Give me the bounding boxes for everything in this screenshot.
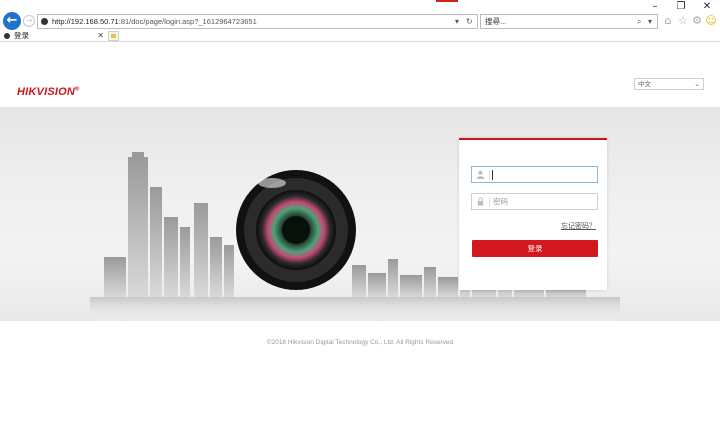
- address-url[interactable]: http://192.168.50.71:81/doc/page/login.a…: [52, 16, 257, 28]
- smiley-icon[interactable]: ☺: [704, 14, 718, 28]
- login-page: HIKVISION® 中文 ⌄ 密码 忘记密码？ 登录 ©2018 Hikvis…: [0, 43, 720, 429]
- lock-icon: [477, 197, 484, 206]
- ground-reflection: [90, 297, 620, 321]
- chevron-down-icon: ⌄: [694, 80, 700, 88]
- tab-bar: 登录 ✕: [0, 30, 720, 42]
- lens-flare: [258, 178, 286, 188]
- camera-lens-pupil: [282, 216, 310, 244]
- text-caret: [492, 170, 493, 180]
- user-icon: [476, 170, 485, 179]
- low-building: [424, 267, 436, 297]
- refresh-icon[interactable]: ↻: [466, 16, 473, 28]
- language-select[interactable]: 中文 ⌄: [634, 78, 704, 90]
- username-field[interactable]: [471, 166, 598, 183]
- address-bar[interactable]: http://192.168.50.71:81/doc/page/login.a…: [37, 14, 478, 29]
- tab-login[interactable]: 登录 ✕: [0, 30, 107, 42]
- hikvision-logo: HIKVISION®: [17, 86, 80, 98]
- close-tab-icon[interactable]: ✕: [97, 30, 104, 42]
- gear-icon[interactable]: ⚙: [690, 14, 704, 28]
- search-dropdown-icon[interactable]: ▾: [648, 16, 652, 28]
- star-icon[interactable]: ☆: [676, 14, 690, 28]
- browser-navbar: ← → http://192.168.50.71:81/doc/page/log…: [0, 12, 720, 30]
- language-selected: 中文: [638, 81, 651, 88]
- low-building: [352, 265, 366, 297]
- low-building: [388, 259, 398, 297]
- search-icon[interactable]: ⌕: [637, 16, 641, 28]
- search-box[interactable]: 搜尋... ⌕ ▾: [480, 14, 658, 29]
- tower-building: [210, 237, 222, 297]
- low-building: [400, 275, 422, 297]
- site-favicon-icon: [41, 18, 48, 25]
- forward-button[interactable]: →: [23, 15, 35, 27]
- titlebar-accent: [436, 0, 458, 2]
- address-dropdown-icon[interactable]: ▾: [455, 16, 459, 28]
- field-separator: [489, 170, 490, 180]
- login-panel: 密码 忘记密码？ 登录: [459, 138, 607, 290]
- tower-building: [150, 187, 162, 297]
- tower-building: [224, 245, 234, 297]
- copyright-footer: ©2018 Hikvision Digital Technology Co., …: [266, 339, 454, 346]
- low-building: [104, 257, 126, 297]
- tab-favicon-icon: [4, 33, 10, 39]
- forgot-password-link[interactable]: 忘记密码？: [561, 221, 596, 231]
- new-tab-button[interactable]: [108, 31, 119, 41]
- tower-building: [194, 203, 208, 297]
- skyscraper-building: [128, 157, 148, 297]
- tower-building: [180, 227, 190, 297]
- field-separator: [489, 197, 490, 207]
- tower-building: [164, 217, 178, 297]
- low-building: [438, 277, 458, 297]
- skyscraper-top: [132, 152, 144, 160]
- low-building: [368, 273, 386, 297]
- back-button[interactable]: ←: [3, 12, 21, 30]
- home-icon[interactable]: ⌂: [661, 14, 675, 28]
- password-input[interactable]: 密码: [493, 194, 508, 209]
- password-field[interactable]: 密码: [471, 193, 598, 210]
- tab-title: 登录: [14, 31, 29, 40]
- search-input[interactable]: 搜尋...: [485, 16, 506, 28]
- login-button[interactable]: 登录: [472, 240, 598, 257]
